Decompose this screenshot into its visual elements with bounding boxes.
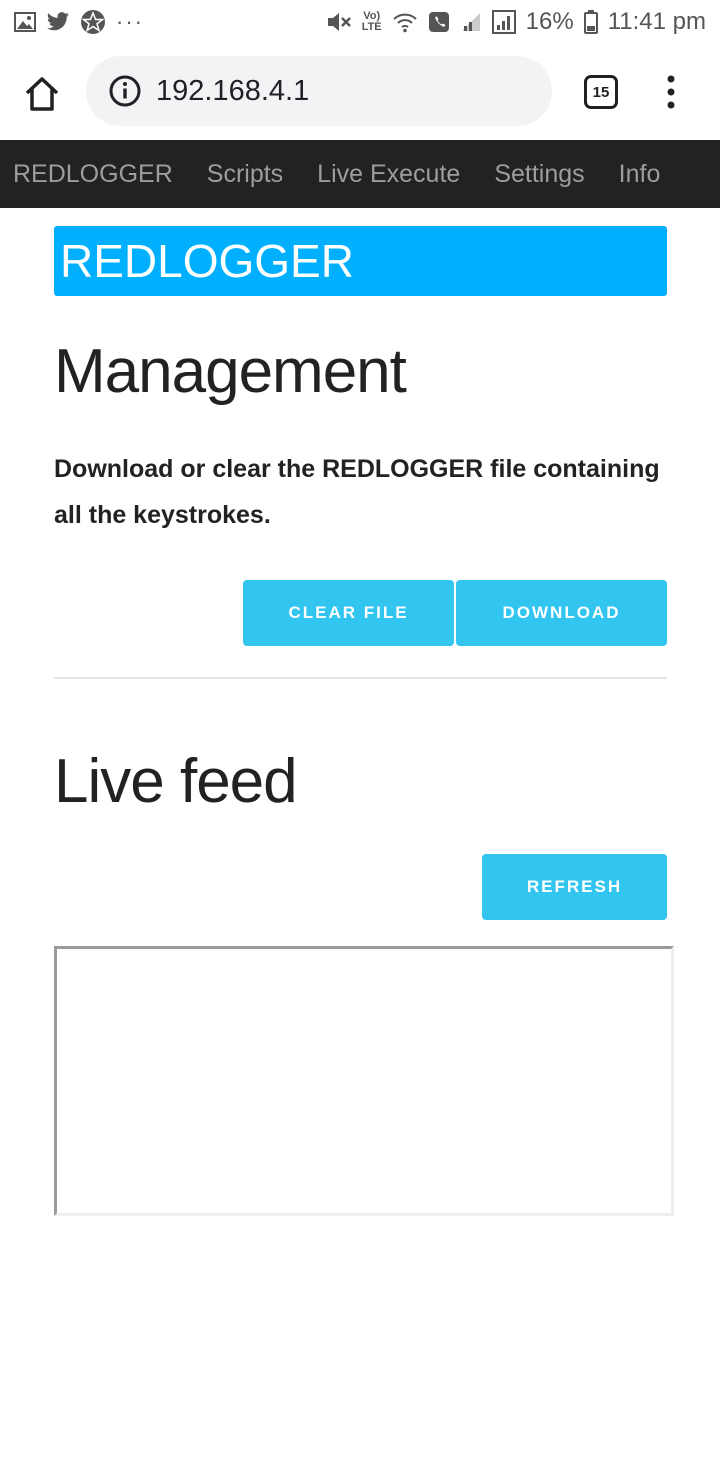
info-icon[interactable]: [108, 74, 142, 108]
management-heading: Management: [54, 337, 407, 406]
signal-icon-1: [460, 11, 482, 33]
wifi-icon: [392, 11, 418, 33]
battery-icon: [583, 10, 598, 34]
gallery-icon: [14, 12, 36, 32]
signal-icon-2: [491, 10, 516, 34]
more-notifications-icon: ···: [116, 9, 144, 34]
status-bar: ··· Vo) LTE 16% 11:41 pm: [0, 0, 720, 44]
refresh-button[interactable]: REFRESH: [482, 854, 667, 920]
management-description: Download or clear the REDLOGGER file con…: [54, 455, 660, 529]
nav-item-scripts[interactable]: Scripts: [207, 160, 283, 189]
status-bar-right: Vo) LTE 16% 11:41 pm: [326, 8, 706, 36]
battery-percentage: 16%: [525, 8, 574, 35]
volte-indicator: Vo) LTE: [362, 11, 382, 33]
nav-item-info[interactable]: Info: [619, 160, 661, 189]
url-text: 192.168.4.1: [156, 74, 310, 107]
mute-icon: [326, 11, 352, 33]
download-button[interactable]: DOWNLOAD: [456, 580, 667, 646]
status-bar-left: ···: [14, 9, 144, 35]
clear-file-button[interactable]: CLEAR FILE: [243, 580, 454, 646]
wifi-calling-icon: [428, 11, 450, 33]
section-divider: [54, 677, 667, 679]
nav-item-live-execute[interactable]: Live Execute: [317, 160, 460, 189]
brand-banner: REDLOGGER: [54, 226, 667, 296]
live-feed-heading: Live feed: [54, 747, 298, 816]
overflow-menu-icon[interactable]: [660, 74, 682, 110]
clock: 11:41 pm: [607, 8, 706, 35]
twitter-icon: [46, 12, 70, 32]
pentagram-icon: [80, 9, 106, 35]
lte-label: LTE: [361, 21, 382, 33]
site-navbar: REDLOGGER Scripts Live Execute Settings …: [0, 140, 720, 208]
browser-toolbar: 192.168.4.1 15: [0, 44, 720, 140]
live-feed-textarea[interactable]: [54, 946, 674, 1216]
home-icon[interactable]: [22, 74, 62, 114]
tab-switcher-button[interactable]: 15: [584, 75, 618, 109]
page-content: REDLOGGER Management Download or clear t…: [54, 226, 674, 1216]
nav-brand[interactable]: REDLOGGER: [13, 160, 173, 189]
nav-item-settings[interactable]: Settings: [494, 160, 584, 189]
address-bar[interactable]: 192.168.4.1: [86, 56, 552, 126]
